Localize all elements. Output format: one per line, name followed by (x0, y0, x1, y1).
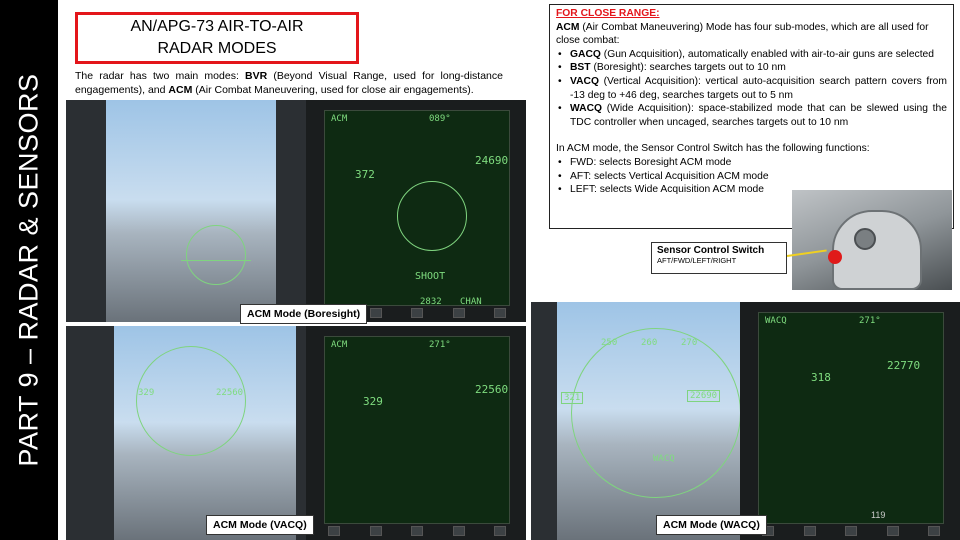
wacq-radar-display: WACQ 271° 318 22770 (740, 302, 960, 540)
list-item: GACQ (Gun Acquisition), automatically en… (556, 48, 947, 62)
list-item: FWD: selects Boresight ACM mode (556, 156, 947, 170)
switch-intro: In ACM mode, the Sensor Control Switch h… (556, 143, 870, 155)
boresight-hud-image (66, 100, 320, 322)
wacq-hud-image: 250 260 270 321 22690 WACQ (531, 302, 751, 540)
sensor-control-switch-image (792, 190, 952, 290)
intro-paragraph: The radar has two main modes: BVR (Beyon… (75, 70, 503, 96)
acm-term: ACM (168, 84, 193, 96)
vacq-radar-display: ACM 271° 329 22560 (306, 326, 526, 540)
info-header: FOR CLOSE RANGE: (556, 8, 660, 19)
vacq-hud-image: 329 22560 (66, 326, 320, 540)
caption-vacq: ACM Mode (VACQ) (206, 515, 314, 535)
list-item: BST (Boresight): searches targets out to… (556, 61, 947, 75)
bvr-term: BVR (245, 70, 268, 82)
submode-list: GACQ (Gun Acquisition), automatically en… (556, 48, 947, 130)
sensor-control-switch-label: Sensor Control Switch AFT/FWD/LEFT/RIGHT (651, 242, 787, 274)
list-item: AFT: selects Vertical Acquisition ACM mo… (556, 170, 947, 184)
section-title: PART 9 – RADAR & SENSORS (13, 73, 44, 467)
list-item: WACQ (Wide Acquisition): space-stabilize… (556, 102, 947, 129)
page-number: 119 (871, 510, 886, 520)
boresight-radar-display: ACM 089° 372 24690 SHOOT 2832 CHAN (306, 100, 526, 322)
caption-wacq: ACM Mode (WACQ) (656, 515, 767, 535)
side-banner: PART 9 – RADAR & SENSORS (0, 0, 58, 540)
info-lead: ACM (Air Combat Maneuvering) Mode has fo… (556, 21, 929, 47)
page-title: AN/APG-73 AIR-TO-AIR RADAR MODES (75, 12, 359, 64)
caption-boresight: ACM Mode (Boresight) (240, 304, 368, 324)
list-item: VACQ (Vertical Acquisition): vertical au… (556, 75, 947, 102)
